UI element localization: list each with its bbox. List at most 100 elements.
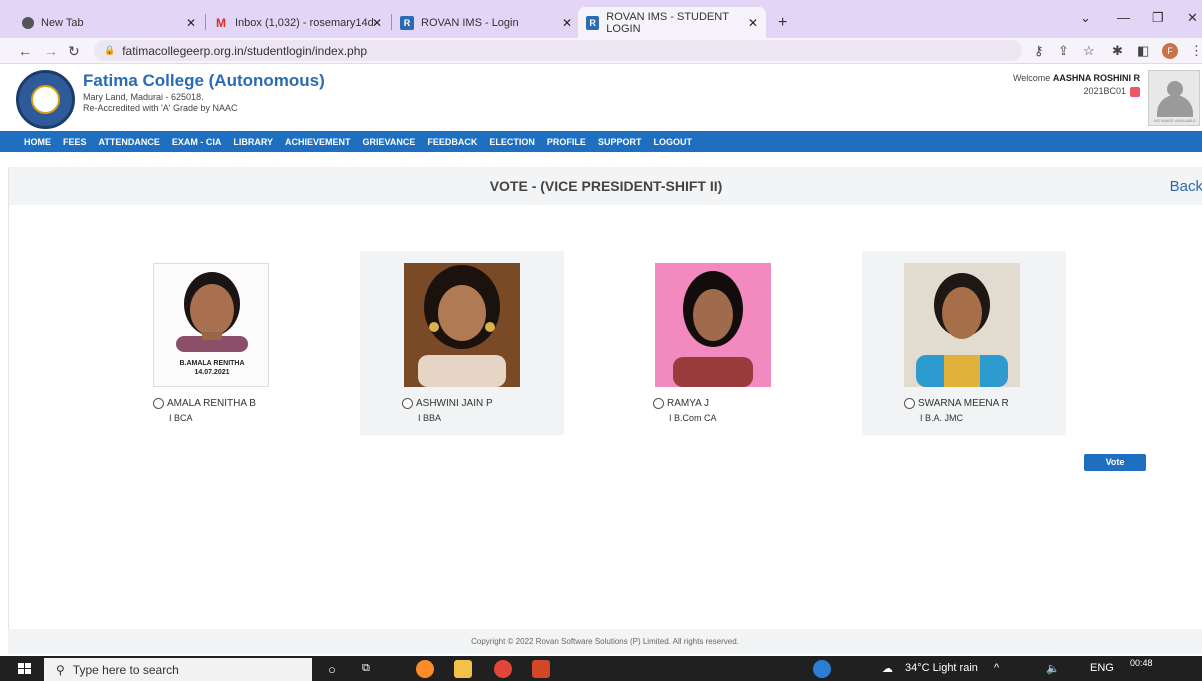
candidate-photo-image xyxy=(655,263,771,387)
candidate-name: SWARNA MEENA R xyxy=(918,398,1009,409)
vote-panel: VOTE - (VICE PRESIDENT-SHIFT II) Back B.… xyxy=(8,167,1202,629)
lock-icon: 🔒 xyxy=(104,45,116,55)
menu-dots-icon[interactable]: ⋮ xyxy=(1190,43,1202,59)
url-field[interactable]: 🔒 fatimacollegeerp.org.in/studentlogin/i… xyxy=(94,40,1022,61)
candidate-photo-image xyxy=(904,263,1020,387)
browser-tab-bar: New Tab ✕ M Inbox (1,032) - rosemary14d@… xyxy=(0,0,1202,38)
candidate-course: I B.A. JMC xyxy=(920,413,964,423)
candidate-radio[interactable] xyxy=(402,398,413,409)
page-title: VOTE - (VICE PRESIDENT-SHIFT II) xyxy=(489,178,723,194)
candidate-name: AMALA RENITHA B xyxy=(167,398,256,409)
candidate-course: I BCA xyxy=(169,413,193,423)
tab-title: New Tab xyxy=(41,16,84,29)
vote-header: VOTE - (VICE PRESIDENT-SHIFT II) Back xyxy=(9,167,1202,205)
minimize-icon[interactable]: — xyxy=(1117,10,1130,25)
avatar-body xyxy=(1157,95,1193,117)
volume-icon[interactable]: 🔈 xyxy=(1046,662,1060,675)
cortana-icon[interactable]: ○ xyxy=(328,662,336,677)
candidate-option[interactable]: RAMYA J xyxy=(653,398,709,409)
welcome-block: Welcome AASHNA ROSHINI R 2021BC01 xyxy=(1013,72,1140,98)
photo-caption-date: 14.07.2021 xyxy=(194,369,230,376)
tab-rovan-login[interactable]: R ROVAN IMS - Login ✕ xyxy=(392,7,580,38)
help-icon[interactable] xyxy=(813,660,831,678)
powerpoint-icon[interactable] xyxy=(532,660,550,678)
menu-exam-cia[interactable]: EXAM - CIA xyxy=(172,137,222,147)
tab-title: Inbox (1,032) - rosemary14d@gr xyxy=(235,16,375,29)
tab-gmail[interactable]: M Inbox (1,032) - rosemary14d@gr ✕ xyxy=(206,7,390,38)
forward-arrow-icon[interactable]: → xyxy=(44,43,58,59)
menu-attendance[interactable]: ATTENDANCE xyxy=(99,137,160,147)
menu-achievement[interactable]: ACHIEVEMENT xyxy=(285,137,351,147)
back-link[interactable]: Back xyxy=(1170,178,1202,195)
star-icon[interactable]: ☆ xyxy=(1083,43,1095,59)
new-tab-button[interactable]: + xyxy=(770,7,796,38)
candidate-option[interactable]: ASHWINI JAIN P xyxy=(402,398,493,409)
menu-election[interactable]: ELECTION xyxy=(489,137,535,147)
logout-icon[interactable] xyxy=(1130,86,1140,97)
menu-grievance[interactable]: GRIEVANCE xyxy=(363,137,416,147)
menu-fees[interactable]: FEES xyxy=(63,137,87,147)
page-footer: Copyright © 2022 Rovan Software Solution… xyxy=(8,629,1202,654)
menu-feedback[interactable]: FEEDBACK xyxy=(427,137,477,147)
user-avatar: NO IMAGE AVAILABLE xyxy=(1148,70,1200,126)
candidate-card: B.AMALA RENITHA 14.07.2021 AMALA RENITHA… xyxy=(115,251,319,435)
weather-text[interactable]: 34°C Light rain xyxy=(905,662,978,674)
profile-avatar[interactable]: F xyxy=(1162,43,1178,59)
candidate-card: SWARNA MEENA R I B.A. JMC xyxy=(862,251,1066,435)
tray-chevron-icon[interactable]: ^ xyxy=(994,662,999,674)
maximize-icon[interactable]: ❐ xyxy=(1152,10,1164,26)
menu-profile[interactable]: PROFILE xyxy=(547,137,586,147)
close-icon[interactable]: ✕ xyxy=(372,16,382,30)
key-icon[interactable]: ⚷ xyxy=(1034,43,1044,59)
rovan-icon: R xyxy=(400,15,414,30)
avatar-caption: NO IMAGE AVAILABLE xyxy=(1154,118,1196,123)
close-window-icon[interactable]: ✕ xyxy=(1187,10,1198,26)
taskbar: ⚲ Type here to search ○ ⧉ ☁ 34°C Light r… xyxy=(0,656,1202,681)
firefox-icon[interactable] xyxy=(416,660,434,678)
close-icon[interactable]: ✕ xyxy=(748,16,758,30)
tab-search-icon[interactable]: ⌄ xyxy=(1080,10,1091,26)
menu-logout[interactable]: LOGOUT xyxy=(653,137,692,147)
tab-title: ROVAN IMS - Login xyxy=(421,16,519,29)
chrome-taskbar-icon[interactable] xyxy=(494,660,512,678)
candidate-photo xyxy=(404,263,520,387)
site-header: Fatima College (Autonomous) Mary Land, M… xyxy=(0,64,1202,131)
reload-icon[interactable]: ↻ xyxy=(68,43,80,60)
language-indicator[interactable]: ENG xyxy=(1090,662,1114,674)
extensions-icon[interactable]: ✱ xyxy=(1112,43,1123,59)
menu-home[interactable]: HOME xyxy=(24,137,51,147)
sidepanel-icon[interactable]: ◧ xyxy=(1137,43,1149,59)
candidate-name: RAMYA J xyxy=(667,398,710,409)
close-icon[interactable]: ✕ xyxy=(186,16,196,30)
taskbar-search[interactable]: ⚲ Type here to search xyxy=(44,658,312,681)
menu-support[interactable]: SUPPORT xyxy=(598,137,642,147)
file-explorer-icon[interactable] xyxy=(454,660,472,678)
college-accreditation: Re-Accredited with 'A' Grade by NAAC xyxy=(83,103,238,113)
tab-new-tab[interactable]: New Tab ✕ xyxy=(14,7,204,38)
welcome-label: Welcome xyxy=(1012,73,1051,83)
task-view-icon[interactable]: ⧉ xyxy=(362,662,370,675)
weather-icon: ☁ xyxy=(882,663,893,675)
candidate-photo xyxy=(655,263,771,387)
close-icon[interactable]: ✕ xyxy=(562,16,572,30)
candidate-radio[interactable] xyxy=(153,398,164,409)
candidate-radio[interactable] xyxy=(653,398,664,409)
candidate-option[interactable]: AMALA RENITHA B xyxy=(153,398,256,409)
candidate-card: ASHWINI JAIN P I BBA xyxy=(360,251,564,435)
vote-button[interactable]: Vote xyxy=(1084,454,1146,471)
college-name: Fatima College (Autonomous) xyxy=(83,71,325,90)
windows-start-icon[interactable] xyxy=(18,663,32,675)
tab-rovan-student-login[interactable]: R ROVAN IMS - STUDENT LOGIN ✕ xyxy=(578,7,766,38)
clock[interactable]: 00:48 xyxy=(1130,658,1153,668)
candidate-radio[interactable] xyxy=(904,398,915,409)
url-text: fatimacollegeerp.org.in/studentlogin/ind… xyxy=(122,43,368,58)
rovan-icon: R xyxy=(586,15,600,30)
candidate-card: RAMYA J I B.Com CA xyxy=(611,251,815,435)
college-logo xyxy=(16,70,75,129)
gmail-icon: M xyxy=(216,15,226,30)
candidate-option[interactable]: SWARNA MEENA R xyxy=(904,398,1009,409)
share-icon[interactable]: ⇪ xyxy=(1058,43,1069,59)
back-arrow-icon[interactable]: ← xyxy=(18,43,32,59)
menu-library[interactable]: LIBRARY xyxy=(233,137,273,147)
taskbar-search-placeholder: Type here to search xyxy=(72,662,179,677)
